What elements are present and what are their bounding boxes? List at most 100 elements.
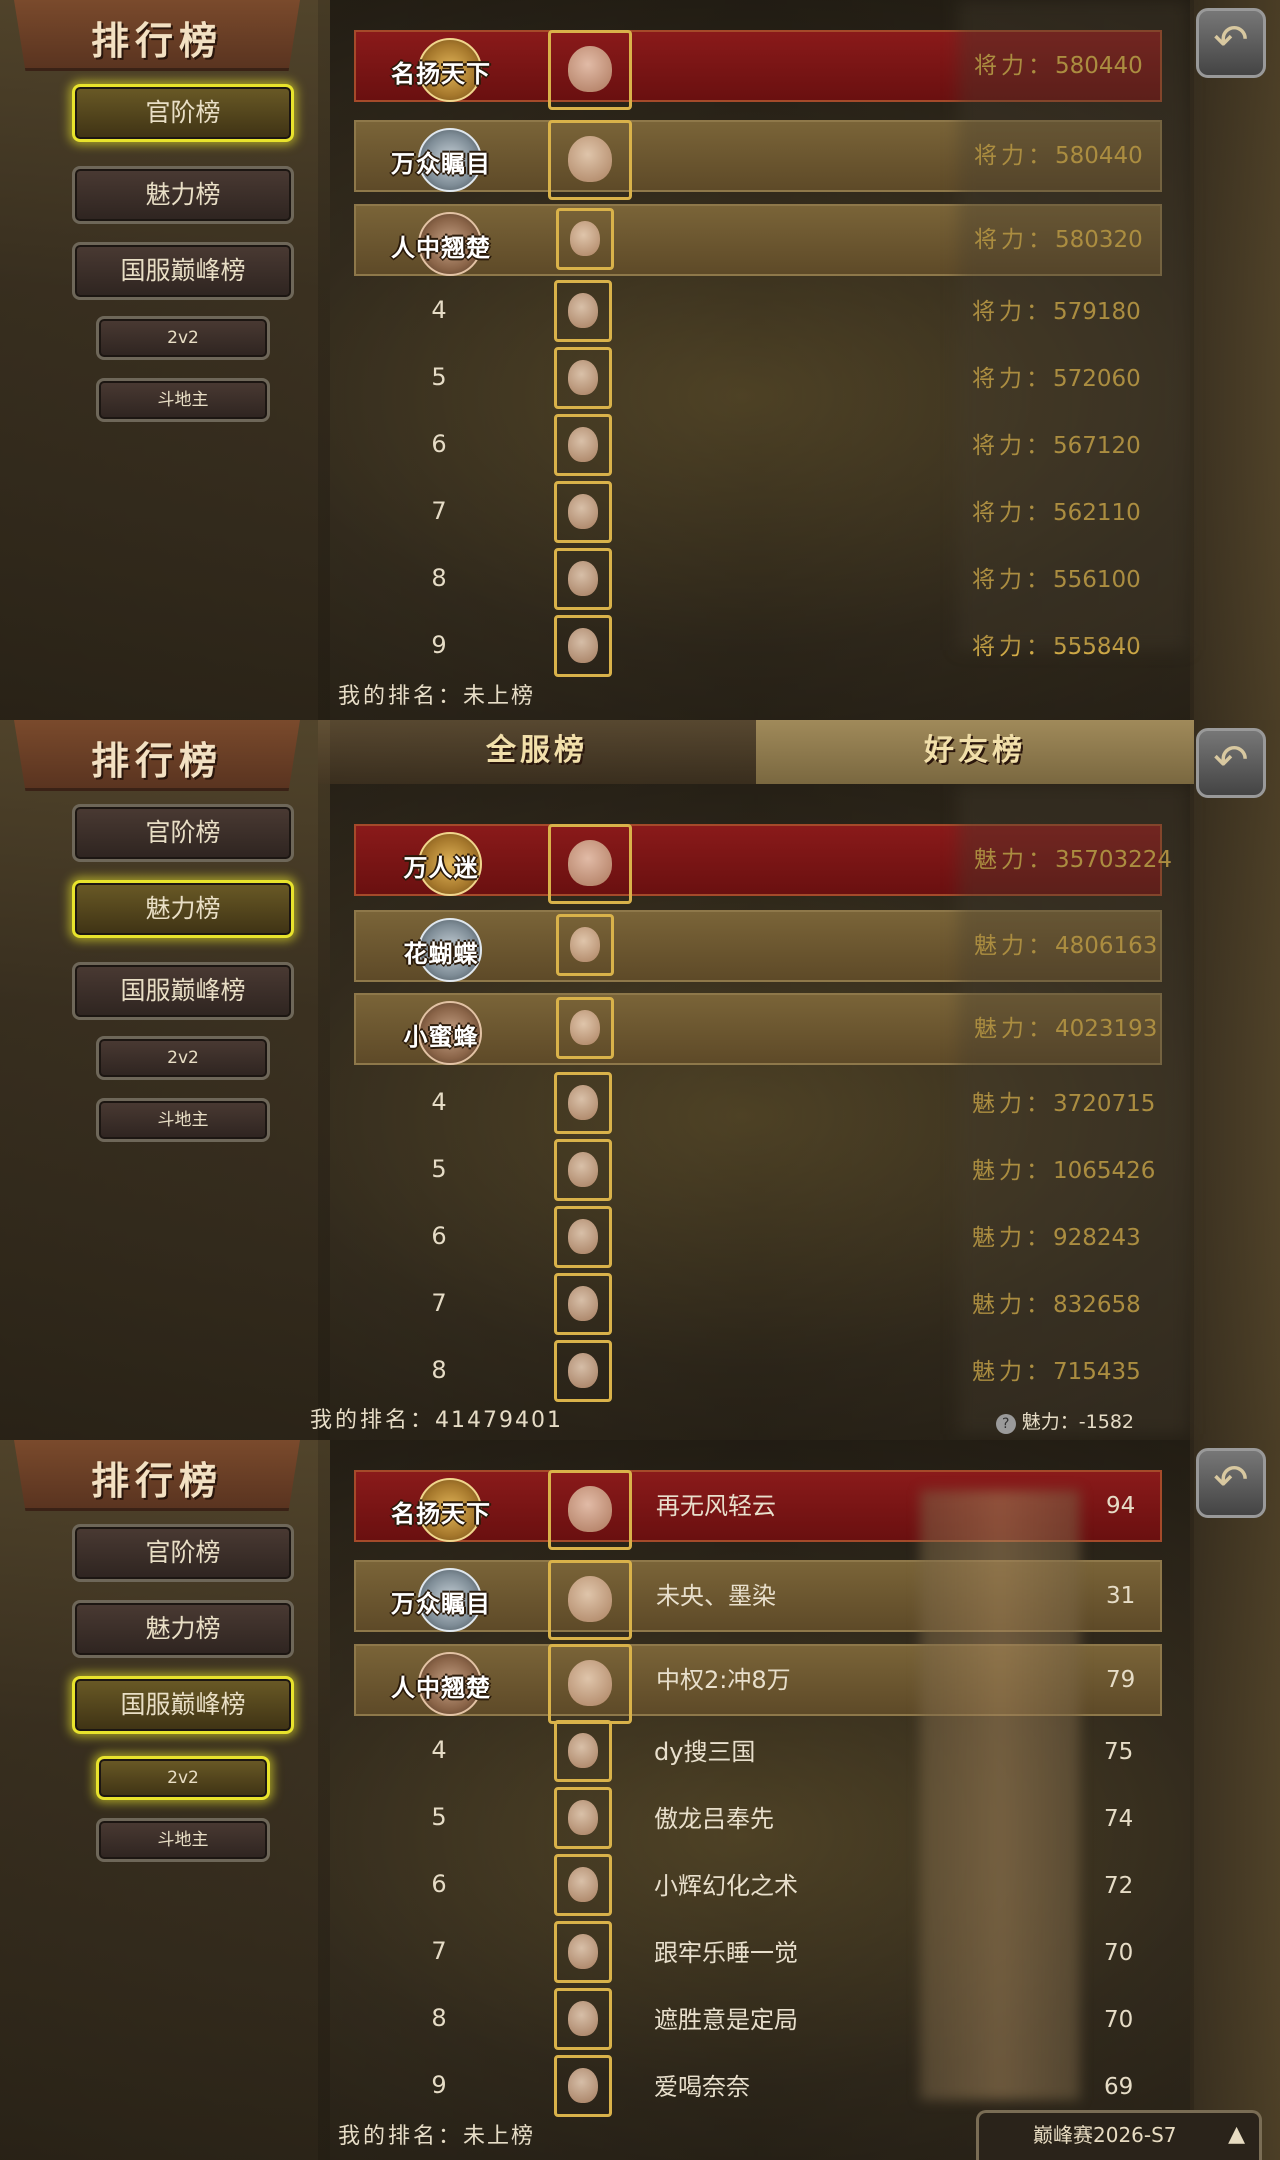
sidebar-button-2v2[interactable]: 2v2 [96, 1036, 270, 1080]
panel-charm-rank: 排行榜 官阶榜 魅力榜 国服巅峰榜 2v2 斗地主 全服榜 好友榜 万人迷 魅力… [0, 720, 1280, 1440]
rank-number: 9 [431, 631, 447, 659]
avatar [554, 1273, 612, 1335]
page-title: 排行榜 [90, 1458, 223, 1503]
avatar [554, 280, 612, 342]
avatar [548, 120, 632, 200]
bronze-medal-icon: 人中翘楚 [386, 1650, 496, 1716]
player-name: 未央、墨染 [656, 1582, 776, 1610]
rank-number: 6 [431, 1222, 447, 1250]
rank-number: 8 [431, 1356, 447, 1384]
rank-number: 4 [431, 296, 447, 324]
silver-medal-icon: 万众瞩目 [386, 126, 496, 192]
tab-friends[interactable]: 好友榜 [756, 720, 1194, 784]
sidebar-button-doudizhu[interactable]: 斗地主 [96, 1098, 270, 1142]
tab-server[interactable]: 全服榜 [318, 720, 756, 784]
player-name: 小辉幻化之术 [654, 1872, 798, 1900]
back-button[interactable]: ↶ [1196, 8, 1266, 78]
rank-list: 名扬天下 将力：580440 万众瞩目 将力：580440 人中翘楚 将力：58… [318, 0, 1194, 720]
avatar [554, 481, 612, 543]
stat-value-partial: 70 [1104, 2007, 1134, 2033]
silver-medal-icon: 花蝴蝶 [386, 916, 496, 982]
panel-official-rank: 排行榜 官阶榜 魅力榜 国服巅峰榜 2v2 斗地主 名扬天下 将力：580440… [0, 0, 1280, 720]
blurred-scores [920, 1490, 1080, 2100]
sidebar-button-national-peak[interactable]: 国服巅峰榜 [72, 242, 294, 300]
sidebar-button-charm[interactable]: 魅力榜 [72, 880, 294, 938]
sidebar-button-charm[interactable]: 魅力榜 [72, 1600, 294, 1658]
player-name: 爱喝奈奈 [654, 2073, 750, 2101]
back-arrow-icon: ↶ [1213, 1455, 1249, 1504]
season-selector[interactable]: 巅峰赛2026-S7 ▲ [976, 2110, 1262, 2160]
rank-number: 4 [431, 1088, 447, 1116]
avatar [554, 1072, 612, 1134]
avatar [554, 1921, 612, 1983]
stat-value-partial: 94 [1106, 1493, 1136, 1519]
sidebar-button-national-peak[interactable]: 国服巅峰榜 [72, 962, 294, 1020]
sidebar-button-official[interactable]: 官阶榜 [72, 1524, 294, 1582]
rank-number: 8 [431, 564, 447, 592]
back-button[interactable]: ↶ [1196, 728, 1266, 798]
stat-value-partial: 31 [1106, 1583, 1136, 1609]
silver-medal-icon: 万众瞩目 [386, 1566, 496, 1632]
avatar [554, 1787, 612, 1849]
avatar [554, 1720, 612, 1782]
avatar [554, 1988, 612, 2050]
my-charm-stat: ? 魅力：-1582 [995, 1407, 1134, 1434]
back-arrow-icon: ↶ [1213, 735, 1249, 784]
avatar [554, 1139, 612, 1201]
avatar [556, 914, 614, 976]
avatar [548, 824, 632, 904]
rank-number: 6 [431, 430, 447, 458]
gold-medal-icon: 名扬天下 [386, 36, 496, 102]
rank-number: 4 [431, 1736, 447, 1764]
avatar [556, 997, 614, 1059]
avatar [554, 1340, 612, 1402]
stat-value-partial: 74 [1104, 1806, 1134, 1832]
rank-list: 万人迷 魅力：35703224 花蝴蝶 魅力：4806163 小蜜蜂 魅力：40… [310, 720, 1194, 1440]
avatar [548, 1644, 632, 1724]
my-rank: 我的排名：未上榜 [338, 2124, 536, 2149]
avatar [548, 30, 632, 110]
player-name: dy搜三国 [654, 1738, 756, 1766]
rank-number: 6 [431, 1870, 447, 1898]
title-banner: 排行榜 [14, 720, 300, 791]
rank-number: 9 [431, 2071, 447, 2099]
rank-number: 5 [431, 1155, 447, 1183]
stat-value-partial: 70 [1104, 1940, 1134, 1966]
sidebar-button-doudizhu[interactable]: 斗地主 [96, 1818, 270, 1862]
avatar [548, 1560, 632, 1640]
gold-medal-icon: 名扬天下 [386, 1476, 496, 1542]
title-banner: 排行榜 [14, 0, 300, 71]
avatar [554, 1854, 612, 1916]
player-name: 遮胜意是定局 [654, 2006, 798, 2034]
sidebar-button-doudizhu[interactable]: 斗地主 [96, 378, 270, 422]
rank-number: 7 [431, 497, 447, 525]
help-icon[interactable]: ? [995, 1414, 1016, 1434]
blurred-names [958, 784, 1188, 1434]
sidebar-button-2v2[interactable]: 2v2 [96, 316, 270, 360]
rank-number: 8 [431, 2004, 447, 2032]
blurred-names [958, 0, 1188, 650]
sidebar-button-official[interactable]: 官阶榜 [72, 84, 294, 142]
sidebar-button-national-peak[interactable]: 国服巅峰榜 [72, 1676, 294, 1734]
my-rank: 我的排名：未上榜 [338, 684, 536, 709]
title-banner: 排行榜 [14, 1440, 300, 1511]
rank-number: 5 [431, 363, 447, 391]
rank-number: 7 [431, 1289, 447, 1317]
page-title: 排行榜 [90, 18, 223, 63]
sidebar-button-2v2[interactable]: 2v2 [96, 1756, 270, 1800]
avatar [556, 208, 614, 270]
player-name: 中权2:冲8万 [656, 1666, 791, 1694]
avatar [554, 1206, 612, 1268]
avatar [554, 414, 612, 476]
back-arrow-icon: ↶ [1213, 15, 1249, 64]
avatar [554, 2055, 612, 2117]
avatar [548, 1470, 632, 1550]
bronze-medal-icon: 小蜜蜂 [386, 999, 496, 1065]
sidebar-button-charm[interactable]: 魅力榜 [72, 166, 294, 224]
player-name: 跟牢乐睡一觉 [654, 1939, 798, 1967]
back-button[interactable]: ↶ [1196, 1448, 1266, 1518]
tab-bar: 全服榜 好友榜 [318, 720, 1194, 784]
player-name: 傲龙吕奉先 [654, 1805, 774, 1833]
sidebar-button-official[interactable]: 官阶榜 [72, 804, 294, 862]
avatar [554, 347, 612, 409]
